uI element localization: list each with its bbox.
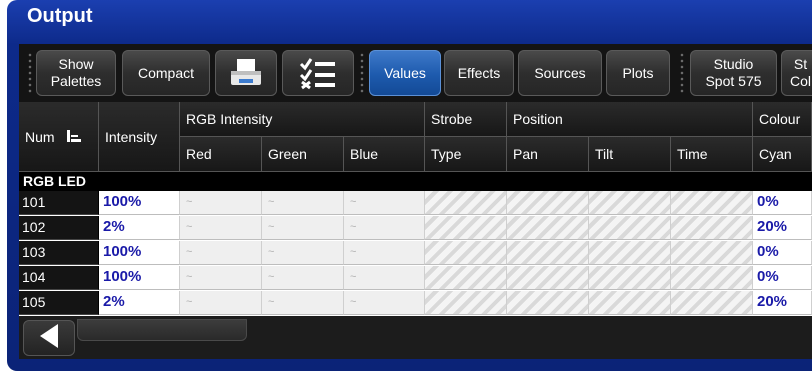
strobe-type-cell[interactable]	[425, 191, 507, 215]
pan-cell[interactable]	[507, 191, 589, 215]
show-palettes-button[interactable]: Show Palettes	[36, 50, 116, 96]
table-row[interactable]: 101 100% ~ ~ ~0%	[19, 191, 812, 216]
pan-column-header[interactable]: Pan	[507, 137, 589, 172]
toolbar-grip[interactable]	[679, 52, 685, 94]
red-column-header[interactable]: Red	[180, 137, 262, 172]
rgb-intensity-group-header: RGB Intensity	[180, 102, 425, 137]
green-value[interactable]: ~	[262, 266, 344, 290]
fixture-number[interactable]: 101	[19, 191, 99, 215]
green-value[interactable]: ~	[262, 241, 344, 265]
cyan-value[interactable]: 20%	[753, 291, 812, 315]
tilt-cell[interactable]	[589, 266, 671, 290]
table-row[interactable]: 104 100% ~ ~ ~0%	[19, 266, 812, 291]
toolbar: Show Palettes Compact Values Effects Sou…	[19, 44, 812, 102]
time-cell[interactable]	[671, 216, 753, 240]
strobe-type-cell[interactable]	[425, 241, 507, 265]
pan-cell[interactable]	[507, 266, 589, 290]
fixture-number[interactable]: 105	[19, 291, 99, 315]
pan-cell[interactable]	[507, 291, 589, 315]
output-window: Output Show Palettes Compact Values Effe…	[7, 0, 812, 371]
table-row[interactable]: 103 100% ~ ~ ~0%	[19, 241, 812, 266]
red-value[interactable]: ~	[180, 266, 262, 290]
fixture-number[interactable]: 102	[19, 216, 99, 240]
strobe-group-header: Strobe	[425, 102, 507, 137]
green-value[interactable]: ~	[262, 291, 344, 315]
values-button[interactable]: Values	[369, 50, 441, 96]
tilt-cell[interactable]	[589, 291, 671, 315]
green-value[interactable]: ~	[262, 191, 344, 215]
cyan-value[interactable]: 0%	[753, 191, 812, 215]
red-value[interactable]: ~	[180, 216, 262, 240]
studio-spot-575-button[interactable]: Studio Spot 575	[690, 50, 777, 96]
horizontal-scrollbar[interactable]	[77, 319, 247, 341]
blue-column-header[interactable]: Blue	[344, 137, 425, 172]
cyan-value[interactable]: 0%	[753, 241, 812, 265]
intensity-column-header[interactable]: Intensity	[99, 102, 180, 172]
time-column-header[interactable]: Time	[671, 137, 753, 172]
blue-value[interactable]: ~	[344, 291, 425, 315]
intensity-value[interactable]: 100%	[99, 266, 180, 290]
compact-button[interactable]: Compact	[122, 50, 210, 96]
red-value[interactable]: ~	[180, 191, 262, 215]
time-cell[interactable]	[671, 291, 753, 315]
effects-button[interactable]: Effects	[444, 50, 514, 96]
print-button[interactable]	[215, 50, 277, 96]
fixture-number[interactable]: 104	[19, 266, 99, 290]
bottom-bar	[19, 316, 812, 359]
intensity-value[interactable]: 2%	[99, 291, 180, 315]
position-group-header: Position	[507, 102, 753, 137]
pan-cell[interactable]	[507, 241, 589, 265]
type-column-header[interactable]: Type	[425, 137, 507, 172]
scroll-left-button[interactable]	[23, 320, 75, 356]
blue-value[interactable]: ~	[344, 241, 425, 265]
blue-value[interactable]: ~	[344, 191, 425, 215]
tilt-cell[interactable]	[589, 191, 671, 215]
fixture-number[interactable]: 103	[19, 241, 99, 265]
intensity-value[interactable]: 100%	[99, 191, 180, 215]
strobe-type-cell[interactable]	[425, 291, 507, 315]
checklist-button[interactable]	[282, 50, 354, 96]
window-title: Output	[27, 5, 93, 27]
cyan-value[interactable]: 20%	[753, 216, 812, 240]
sort-icon	[66, 129, 81, 145]
blue-value[interactable]: ~	[344, 266, 425, 290]
intensity-value[interactable]: 2%	[99, 216, 180, 240]
cyan-column-header[interactable]: Cyan	[753, 137, 812, 172]
intensity-value[interactable]: 100%	[99, 241, 180, 265]
green-column-header[interactable]: Green	[262, 137, 344, 172]
arrow-left-icon	[38, 323, 60, 354]
output-table: Num Intensity RGB Intensity Strobe Posit…	[19, 102, 812, 316]
strobe-type-cell[interactable]	[425, 266, 507, 290]
toolbar-grip[interactable]	[359, 52, 365, 94]
num-column-header[interactable]: Num	[19, 102, 99, 172]
sources-button[interactable]: Sources	[518, 50, 602, 96]
tilt-cell[interactable]	[589, 216, 671, 240]
checklist-icon	[298, 39, 338, 107]
tilt-column-header[interactable]: Tilt	[589, 137, 671, 172]
red-value[interactable]: ~	[180, 291, 262, 315]
plots-button[interactable]: Plots	[606, 50, 670, 96]
colour-group-header: Colour	[753, 102, 812, 137]
table-row[interactable]: 105 2% ~ ~ ~20%	[19, 291, 812, 316]
pan-cell[interactable]	[507, 216, 589, 240]
fixture-group-label: RGB LED	[19, 172, 812, 191]
studio-colour-button[interactable]: St Col	[781, 50, 812, 96]
time-cell[interactable]	[671, 241, 753, 265]
time-cell[interactable]	[671, 191, 753, 215]
red-value[interactable]: ~	[180, 241, 262, 265]
toolbar-grip[interactable]	[27, 52, 33, 94]
green-value[interactable]: ~	[262, 216, 344, 240]
printer-icon	[228, 40, 264, 106]
time-cell[interactable]	[671, 266, 753, 290]
cyan-value[interactable]: 0%	[753, 266, 812, 290]
tilt-cell[interactable]	[589, 241, 671, 265]
strobe-type-cell[interactable]	[425, 216, 507, 240]
table-row[interactable]: 102 2% ~ ~ ~20%	[19, 216, 812, 241]
blue-value[interactable]: ~	[344, 216, 425, 240]
